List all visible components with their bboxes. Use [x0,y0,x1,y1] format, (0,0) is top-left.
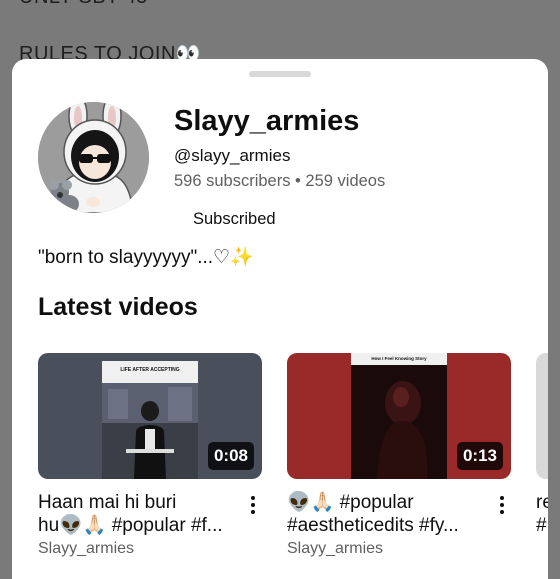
video-duration: 0:13 [456,442,503,470]
channel-stats: 596 subscribers • 259 videos [174,172,386,190]
subscribed-button[interactable]: Subscribed [174,202,295,236]
video-title[interactable]: Haan mai hi buri hu👽🙏🏻 #popular #f... [38,491,234,537]
channel-bottom-sheet: Slayy_armies @slayy_armies 596 subscribe… [12,59,548,579]
background-text-line1: UNLY SBT 45 [19,0,148,9]
video-thumbnail[interactable] [536,353,548,479]
video-title-line2: # [536,515,547,536]
channel-name: Slayy_armies [174,105,360,137]
latest-videos-heading: Latest videos [38,293,198,321]
video-title[interactable]: re # [536,491,548,537]
channel-avatar[interactable] [38,102,149,213]
channel-handle: @slayy_armies [174,146,291,165]
more-vert-icon[interactable] [244,493,262,517]
video-title-line1: 👽🙏🏻 #popular [287,492,414,513]
avatar-illustration [38,102,149,213]
video-channel: Slayy_armies [287,540,384,557]
video-card[interactable]: LIFE AFTER ACCEPTING 0:08 Haan mai hi bu… [38,353,262,558]
thumbnail-caption: LIFE AFTER ACCEPTING [120,367,179,373]
video-title-line2: hu👽🙏🏻 #popular #f... [38,515,223,536]
thumbnail-caption: How I Feel Knowing Story [371,356,427,361]
video-thumbnail[interactable]: LIFE AFTER ACCEPTING 0:08 [38,353,262,479]
drag-handle[interactable] [249,71,311,77]
video-card[interactable]: re # [536,353,548,537]
video-title-line1: re [536,492,548,513]
video-duration: 0:08 [207,442,254,470]
video-thumbnail[interactable]: How I Feel Knowing Story 0:13 [287,353,511,479]
channel-description: "born to slayyyyyy"...♡✨ [38,247,254,268]
video-channel: Slayy_armies [38,540,135,557]
video-card[interactable]: How I Feel Knowing Story 0:13 👽🙏🏻 #popul… [287,353,511,558]
video-title-line2: #aestheticedits #fy... [287,515,459,536]
more-vert-icon[interactable] [493,493,511,517]
video-title[interactable]: 👽🙏🏻 #popular #aestheticedits #fy... [287,491,483,537]
video-title-line1: Haan mai hi buri [38,492,177,513]
